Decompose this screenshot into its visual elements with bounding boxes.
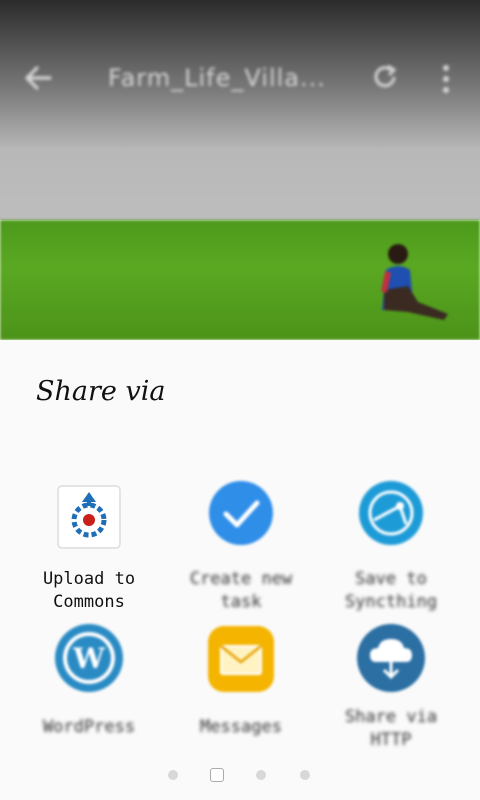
share-target-label: Share via HTTP [344,707,438,750]
person-figure [381,244,448,320]
refresh-icon[interactable] [368,60,402,94]
page-dot-active[interactable] [210,768,224,782]
toolbar-title: Farm_Life_Villa... [108,64,326,92]
wordpress-icon: W [55,624,123,692]
share-target-label: WordPress [42,717,136,737]
share-target-label: Upload to Commons [42,569,136,612]
app-toolbar: Farm_Life_Villa... [0,48,480,112]
commons-upload-icon [57,485,121,549]
page-dot[interactable] [256,770,266,780]
page-dot[interactable] [300,770,310,780]
share-target-label: Create new task [189,569,293,612]
page-dot[interactable] [168,770,178,780]
share-target-label: Messages [200,717,282,737]
arrow-back-icon[interactable] [20,60,56,96]
more-vert-icon[interactable] [434,62,458,96]
cloud-share-icon [357,624,425,692]
share-target-save-to-syncthing[interactable]: Save to Syncthing [316,480,466,612]
syncthing-icon [359,481,423,545]
svg-text:W: W [72,642,105,675]
share-target-label: Save to Syncthing [344,569,438,612]
share-target-share-via-http[interactable]: Share via HTTP [316,624,466,750]
envelope-icon [208,626,274,692]
share-target-upload-to-commons[interactable]: Upload to Commons [14,480,164,612]
share-sheet-title: Share via [36,376,166,407]
share-sheet: Share via Upload to Commons Create new t… [0,340,480,800]
checkmark-circle-icon [209,481,273,545]
page-indicator [0,768,480,782]
farm-photo [0,220,480,340]
background-app: Farm_Life_Villa... [0,0,480,340]
share-target-create-new-task[interactable]: Create new task [166,480,316,612]
share-target-messages[interactable]: Messages [166,624,316,744]
share-target-wordpress[interactable]: W WordPress [14,624,164,744]
